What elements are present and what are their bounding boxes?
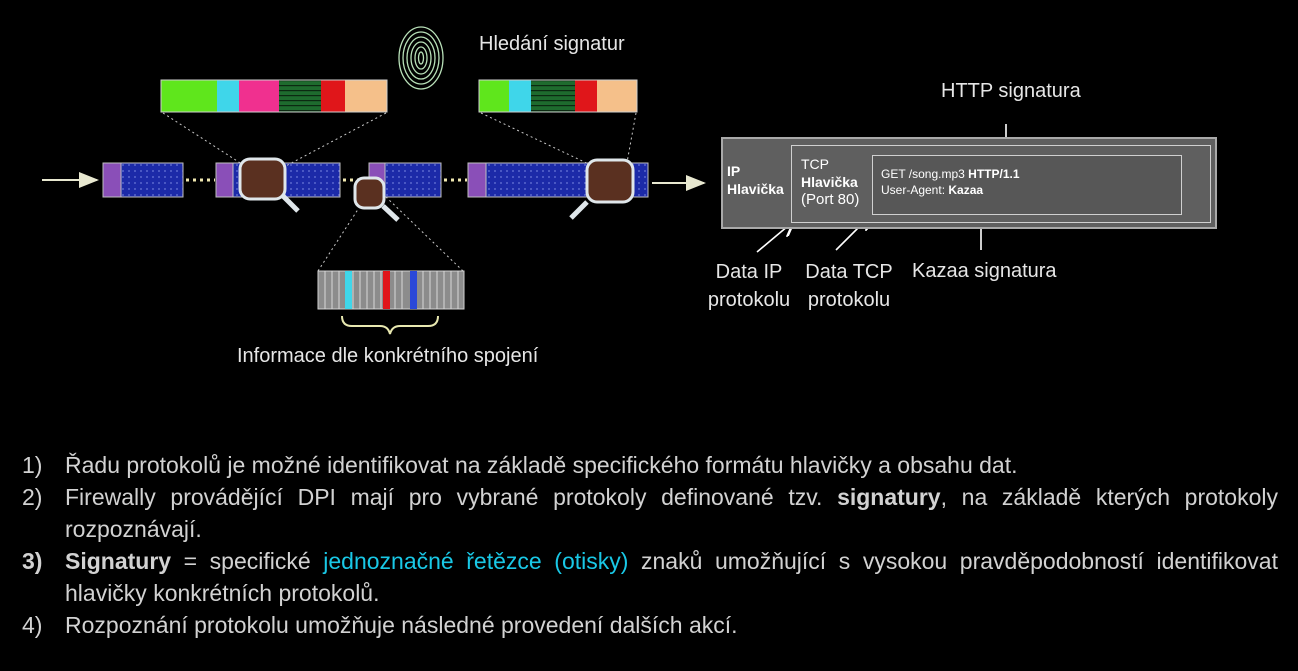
list-item-text: = specifické xyxy=(171,548,324,574)
payload-line2: User-Agent: Kazaa xyxy=(881,182,1020,198)
payload-kazaa: Kazaa xyxy=(948,183,984,197)
arrow-ip-data xyxy=(756,226,788,253)
label-tcp-data-line2: protokolu xyxy=(807,289,891,311)
list-item-highlight: jednoznačné řetězce (otisky) xyxy=(323,548,629,574)
payload-get: GET /song.mp3 xyxy=(881,167,969,181)
list-item-text: Firewally provádějící DPI mají pro vybra… xyxy=(65,484,838,510)
tcp-header-line2-text: Hlavička xyxy=(801,174,858,190)
tcp-header-line3: (Port 80) xyxy=(801,191,860,208)
label-ip-data-line2: protokolu xyxy=(707,289,791,311)
payload-ua: User-Agent: xyxy=(881,183,949,197)
list-number: 4) xyxy=(22,612,43,638)
connection-info-bar xyxy=(317,270,465,310)
label-kazaa-signature: Kazaa signatura xyxy=(912,260,1057,282)
ip-header-line1: IP xyxy=(727,163,741,179)
numbered-list: 1) Řadu protokolů je možné identifikovat… xyxy=(22,449,1278,641)
packet-1 xyxy=(102,162,184,198)
label-signature-search: Hledání signatur xyxy=(479,33,625,55)
list-item: 3) Signatury = specifické jednoznačné ře… xyxy=(22,545,1278,609)
tcp-header: TCP Hlavička (Port 80) xyxy=(801,155,859,209)
list-item-text: Řadu protokolů je možné identifikovat na… xyxy=(65,452,1018,478)
signature-bar-right xyxy=(478,79,638,113)
label-connection-info: Informace dle konkrétního spojení xyxy=(237,345,539,367)
list-number: 3) xyxy=(22,548,43,574)
signature-bar-left xyxy=(160,79,388,113)
label-tcp-data: Data TCP protokolu xyxy=(798,258,900,314)
list-item-text: Rozpoznání protokolu umožňuje následné p… xyxy=(65,612,738,638)
label-http-signature: HTTP signatura xyxy=(941,80,1081,102)
list-item-bold: signatury xyxy=(837,484,941,510)
ip-header: IP Hlavička xyxy=(727,162,784,198)
list-number: 1) xyxy=(22,452,43,478)
ip-header-line2: Hlavička xyxy=(727,181,784,197)
label-tcp-data-line1: Data TCP xyxy=(805,261,893,283)
list-item: 2) Firewally provádějící DPI mají pro vy… xyxy=(22,481,1278,545)
fingerprint-icon xyxy=(398,26,444,90)
list-item-bold: Signatury xyxy=(65,548,172,574)
label-ip-data-line1: Data IP xyxy=(715,261,783,283)
payload-http: HTTP/1.1 xyxy=(968,167,1020,181)
list-item: 1) Řadu protokolů je možné identifikovat… xyxy=(22,449,1278,481)
tcp-header-line2: Hlavička xyxy=(801,173,859,191)
list-number: 2) xyxy=(22,484,43,510)
tcp-header-line1: TCP xyxy=(801,156,829,172)
list-item: 4) Rozpoznání protokolu umožňuje následn… xyxy=(22,609,1278,641)
label-ip-data: Data IP protokolu xyxy=(700,258,798,314)
curly-brace xyxy=(341,315,439,335)
payload-line1: GET /song.mp3 HTTP/1.1 xyxy=(881,166,1020,182)
payload-text: GET /song.mp3 HTTP/1.1 User-Agent: Kazaa xyxy=(881,166,1020,198)
